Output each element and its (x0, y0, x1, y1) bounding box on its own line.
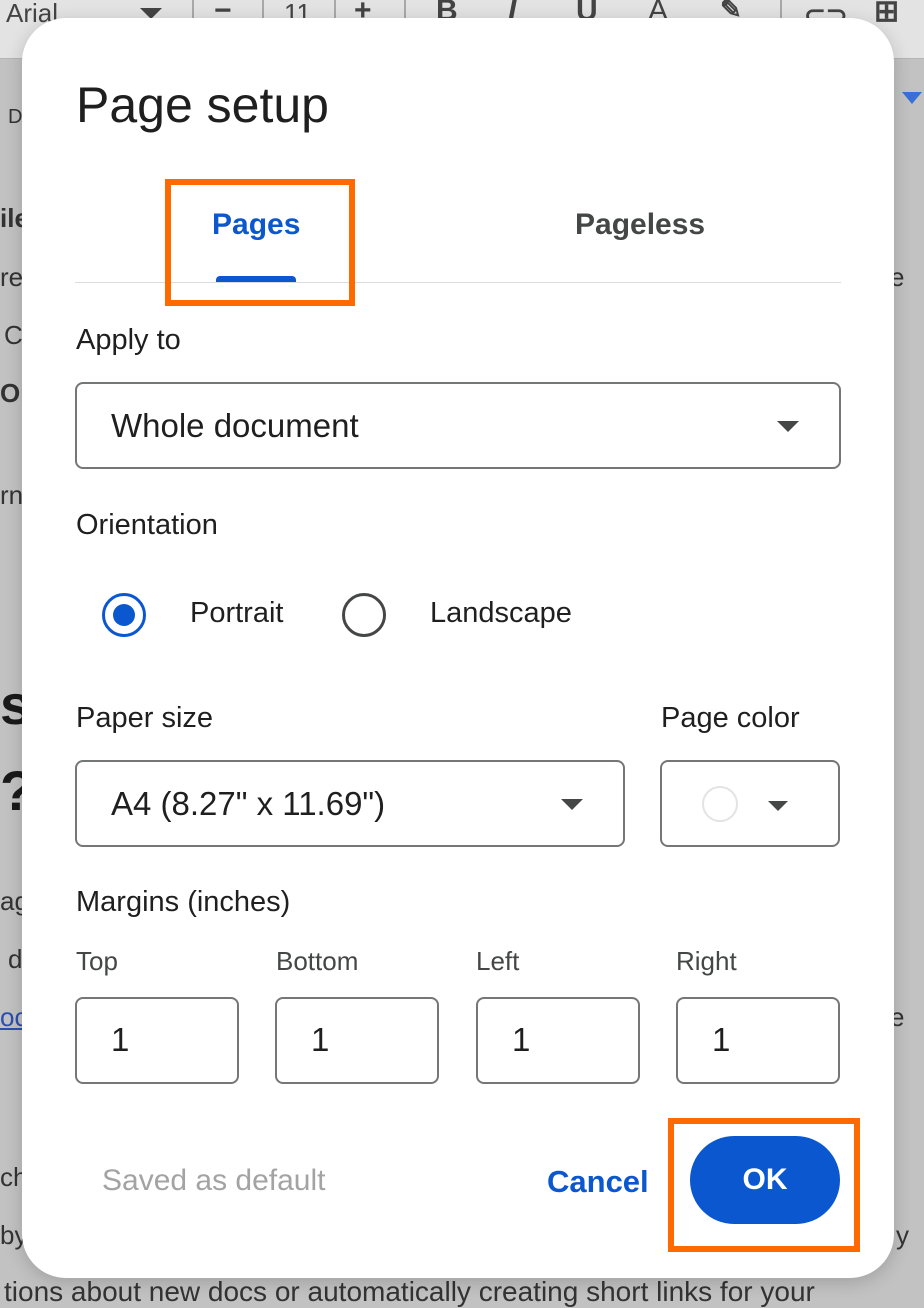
chevron-down-icon (561, 799, 583, 810)
portrait-label[interactable]: Portrait (190, 597, 283, 630)
ok-button-highlight-box (668, 1118, 860, 1252)
dialog-title: Page setup (76, 77, 329, 133)
doc-fragment: D (8, 106, 23, 128)
paper-size-label: Paper size (76, 702, 214, 734)
apply-to-value: Whole document (111, 406, 359, 444)
apply-to-select[interactable]: Whole document (75, 382, 841, 469)
margin-bottom-value: 1 (311, 1021, 330, 1058)
margin-left-input[interactable]: 1 (476, 997, 640, 1084)
page-setup-dialog: Page setup Pages Pageless Apply to Whole… (22, 18, 894, 1278)
margin-right-value: 1 (712, 1021, 731, 1058)
margin-left-label: Left (476, 946, 520, 976)
doc-fragment: y (896, 1220, 909, 1250)
chevron-down-icon (768, 801, 788, 811)
paper-size-select[interactable]: A4 (8.27" x 11.69") (75, 760, 625, 847)
doc-fragment: C (4, 320, 23, 350)
color-swatch-icon (702, 786, 738, 822)
cancel-button[interactable]: Cancel (547, 1164, 649, 1200)
landscape-radio[interactable] (342, 593, 386, 637)
add-comment-icon[interactable]: ⊞ (874, 0, 899, 29)
paper-size-value: A4 (8.27" x 11.69") (111, 784, 386, 822)
margin-top-value: 1 (111, 1021, 130, 1058)
landscape-label[interactable]: Landscape (430, 597, 572, 630)
pages-tab-highlight-box (165, 179, 355, 306)
doc-fragment: re (0, 262, 24, 292)
doc-fragment: d (8, 944, 23, 974)
page-color-select[interactable] (660, 760, 840, 847)
page-color-label: Page color (661, 702, 800, 734)
margin-bottom-label: Bottom (276, 946, 359, 976)
orientation-label: Orientation (76, 509, 218, 541)
margin-right-input[interactable]: 1 (676, 997, 840, 1084)
saved-as-default-button: Saved as default (102, 1164, 326, 1197)
margin-left-value: 1 (512, 1021, 531, 1058)
margins-label: Margins (inches) (76, 886, 291, 918)
chevron-down-icon (777, 421, 799, 432)
ruler-indent-marker-icon (902, 92, 922, 104)
tab-pageless[interactable]: Pageless (575, 208, 705, 242)
doc-fragment: rn (0, 480, 24, 510)
margin-right-label: Right (676, 946, 737, 976)
margin-bottom-input[interactable]: 1 (275, 997, 439, 1084)
apply-to-label: Apply to (76, 324, 181, 356)
margin-top-input[interactable]: 1 (75, 997, 239, 1084)
radio-selected-dot (113, 604, 135, 626)
doc-bottom-line: tions about new docs or automatically cr… (4, 1276, 815, 1307)
margin-top-label: Top (76, 946, 118, 976)
portrait-radio[interactable] (102, 593, 146, 637)
